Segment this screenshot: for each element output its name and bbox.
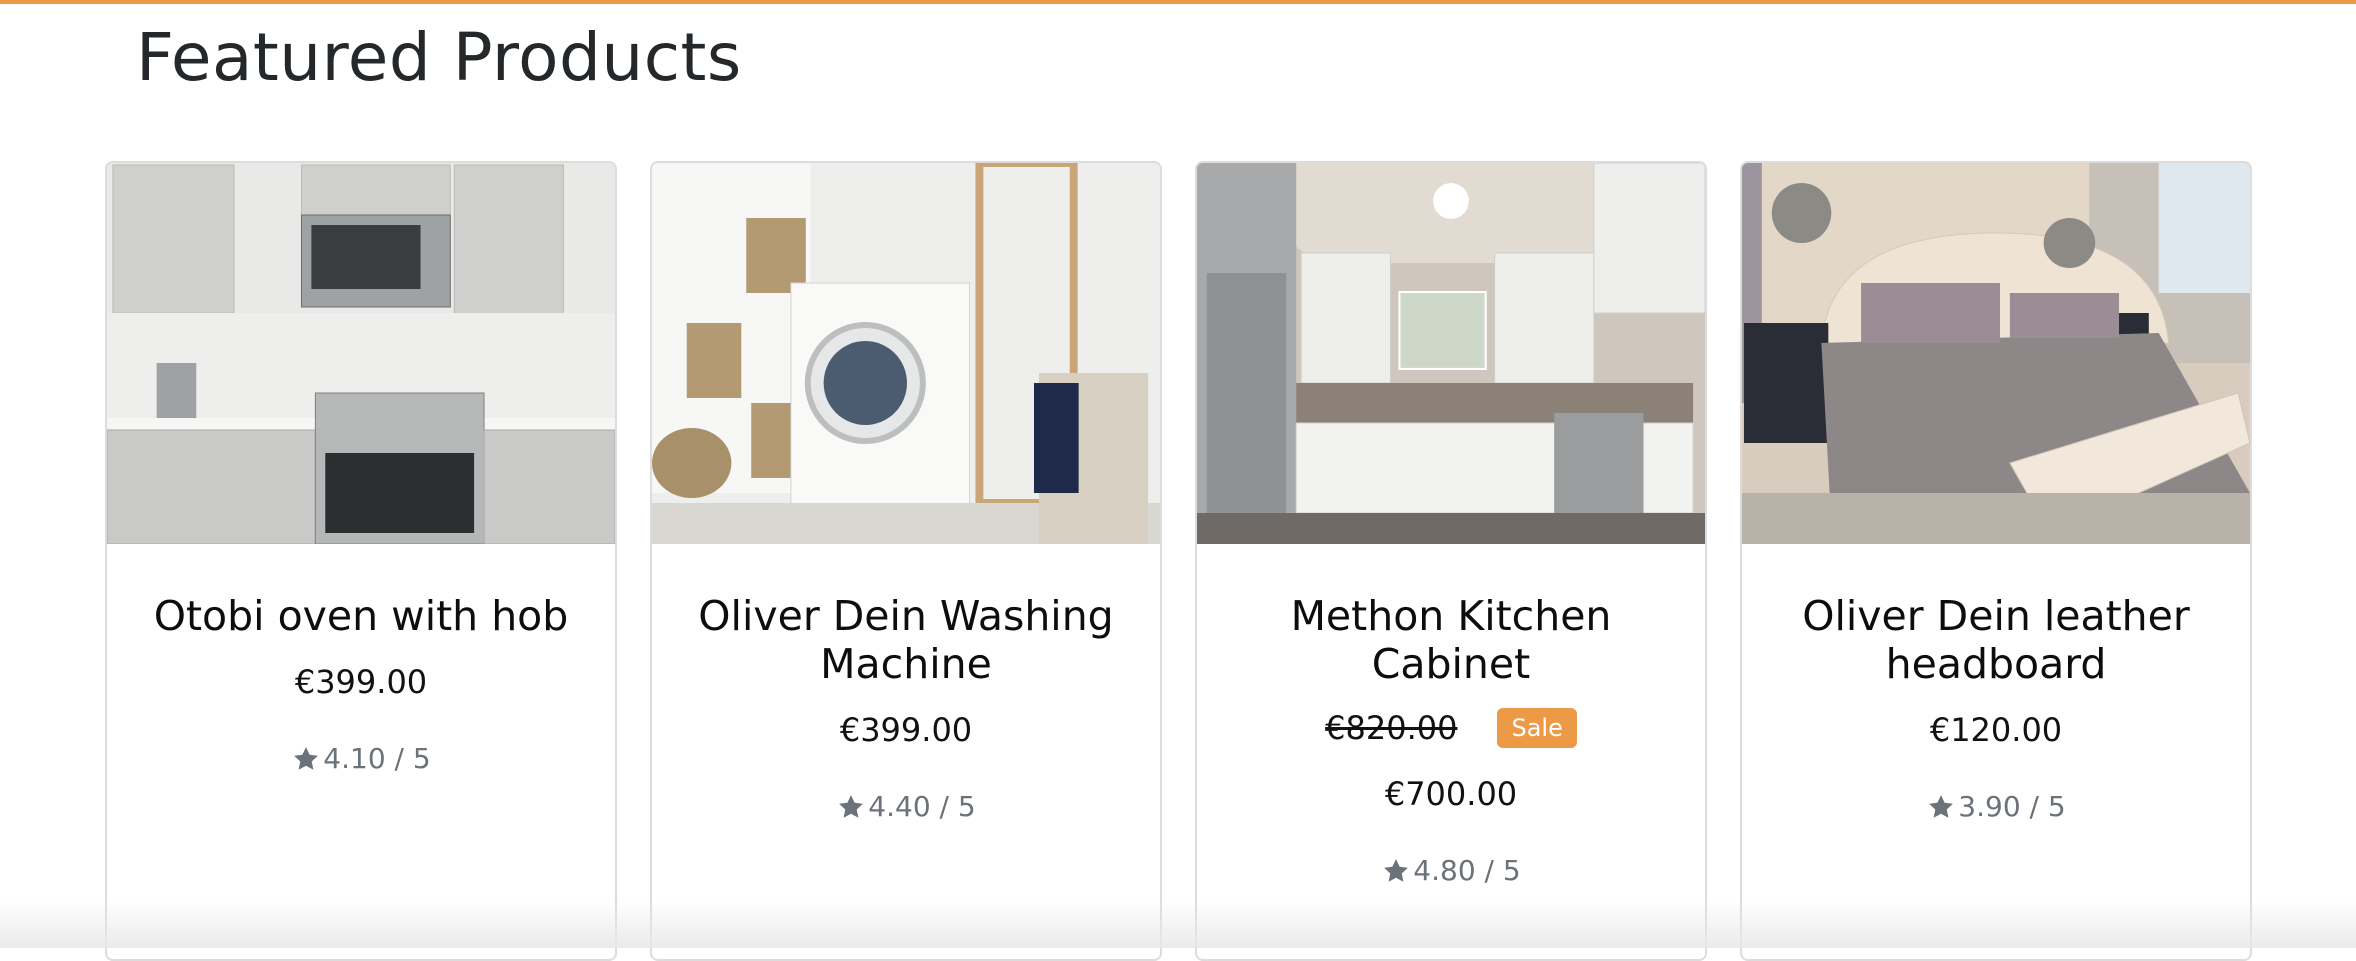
product-price: €399.00 [294,663,428,701]
product-image-washing-machine[interactable] [652,163,1160,544]
product-image-kitchen-cabinet[interactable] [1197,163,1705,544]
featured-products-grid: Otobi oven with hob €399.00 4.10 / 5 Oli… [105,161,2255,961]
sale-badge: Sale [1497,708,1577,748]
product-image-oven[interactable] [107,163,615,544]
product-card[interactable]: Oliver Dein leather headboard €120.00 3.… [1740,161,2252,961]
product-price: €700.00 [1384,775,1518,813]
product-name[interactable]: Otobi oven with hob [137,592,585,640]
top-accent-bar [0,0,2356,4]
star-icon [836,792,866,822]
product-name[interactable]: Oliver Dein leather headboard [1772,592,2220,688]
product-price: €399.00 [839,711,973,749]
rating-value: 3.90 / 5 [1958,790,2066,823]
rating-value: 4.80 / 5 [1413,854,1521,887]
product-price: €120.00 [1929,711,2063,749]
bottom-fade [0,900,2356,948]
product-rating: 4.40 / 5 [682,790,1130,823]
old-price: €820.00 [1325,709,1458,747]
product-name[interactable]: Oliver Dein Washing Machine [682,592,1130,688]
star-icon [1926,792,1956,822]
star-icon [1381,856,1411,886]
product-card[interactable]: Otobi oven with hob €399.00 4.10 / 5 [105,161,617,961]
section-title: Featured Products [136,19,742,96]
rating-value: 4.40 / 5 [868,790,976,823]
product-rating: 4.80 / 5 [1227,854,1675,887]
product-image-headboard[interactable] [1742,163,2250,544]
product-name[interactable]: Methon Kitchen Cabinet [1227,592,1675,688]
product-card[interactable]: Oliver Dein Washing Machine €399.00 4.40… [650,161,1162,961]
product-rating: 3.90 / 5 [1772,790,2220,823]
star-icon [291,744,321,774]
product-rating: 4.10 / 5 [137,742,585,775]
product-card[interactable]: Methon Kitchen Cabinet €820.00 Sale €700… [1195,161,1707,961]
old-price-row: €820.00 Sale [1227,706,1675,750]
rating-value: 4.10 / 5 [323,742,431,775]
